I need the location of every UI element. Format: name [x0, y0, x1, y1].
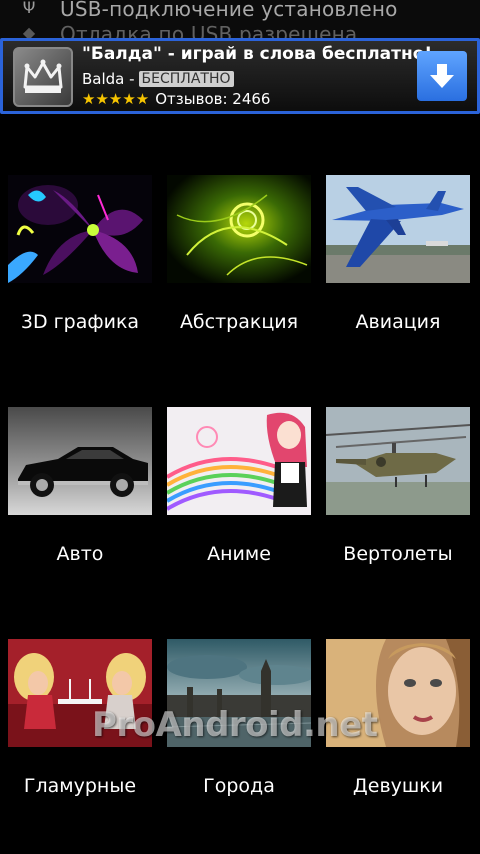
- category-label: Гламурные: [23, 775, 137, 797]
- category-label: Девушки: [352, 775, 444, 797]
- rating-stars-icon: ★★★★★: [82, 90, 150, 108]
- free-badge: БЕСПЛАТНО: [138, 71, 234, 87]
- category-label: 3D графика: [20, 311, 140, 333]
- category-thumbnail: [8, 175, 152, 283]
- category-label: Авиация: [355, 311, 441, 333]
- ad-rating-line: ★★★★★ Отзывов: 2466: [82, 90, 270, 108]
- ad-app-line: Balda - БЕСПЛАТНО: [82, 70, 234, 88]
- ad-reviews: Отзывов: 2466: [155, 90, 271, 108]
- ad-banner[interactable]: "Балда" - играй в слова бесплатно! Balda…: [0, 38, 480, 114]
- notification-text: USB-подключение установлено: [60, 0, 398, 21]
- notification-usb[interactable]: Ψ USB-подключение установлено: [0, 0, 480, 23]
- ad-app-name: Balda -: [82, 70, 135, 88]
- category-thumbnail: [326, 407, 470, 515]
- notification-shade: Ψ USB-подключение установлено ◆ Отладка …: [0, 0, 480, 40]
- download-arrow-icon: [430, 64, 454, 88]
- category-label: Города: [203, 775, 275, 797]
- category-label: Вертолеты: [343, 543, 453, 565]
- download-button[interactable]: [417, 51, 467, 101]
- crown-app-icon: [13, 47, 73, 107]
- category-thumbnail: [167, 407, 311, 515]
- usb-icon: Ψ: [22, 0, 36, 17]
- category-thumbnail: [8, 407, 152, 515]
- watermark-text: ProAndroid.net: [92, 705, 378, 745]
- category-label: Абстракция: [179, 311, 299, 333]
- category-thumbnail: [326, 175, 470, 283]
- category-label: Авто: [56, 543, 104, 565]
- ad-title: "Балда" - играй в слова бесплатно!: [82, 44, 433, 64]
- category-label: Аниме: [207, 543, 271, 565]
- category-thumbnail: [167, 175, 311, 283]
